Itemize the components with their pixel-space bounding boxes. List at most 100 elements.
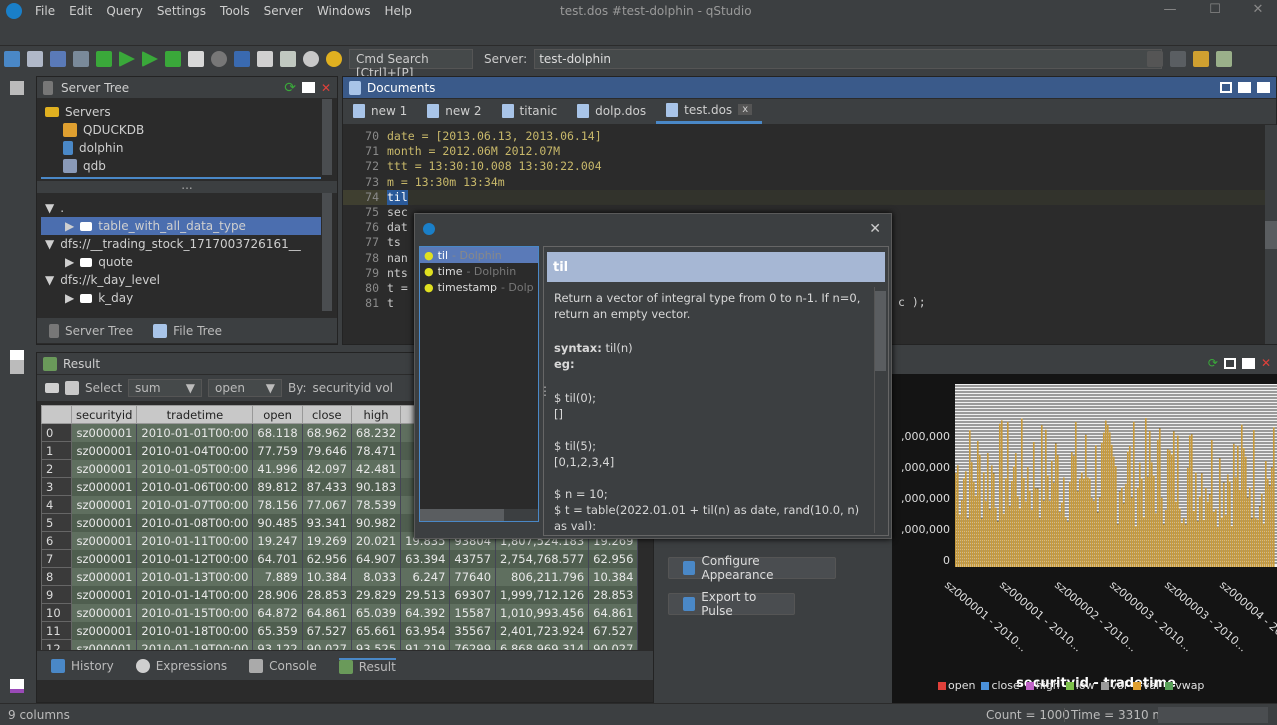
chart-icon[interactable] — [257, 51, 273, 67]
tree-node-k-day-level[interactable]: ▼ dfs://k_day_level — [41, 271, 333, 289]
tab-dolp-dos[interactable]: dolp.dos — [567, 98, 656, 124]
server-qduckdb[interactable]: QDUCKDB — [45, 121, 329, 139]
minimize-button[interactable]: — — [1158, 2, 1182, 20]
help-scrollbar[interactable] — [874, 287, 886, 533]
legend-item-low[interactable]: low — [1065, 679, 1095, 692]
restore-docs-icon[interactable] — [1257, 82, 1270, 93]
column-header-close[interactable]: close — [301, 405, 352, 424]
close-chart-icon[interactable]: ✕ — [1261, 356, 1271, 370]
export-to-pulse-button[interactable]: Export to Pulse — [668, 590, 795, 618]
maximize-result-icon[interactable] — [10, 679, 24, 693]
suggestion-timestamp[interactable]: ● timestamp - Dolp — [420, 279, 538, 295]
splitter-handle[interactable]: ... — [37, 179, 337, 193]
run-line-icon[interactable] — [96, 51, 112, 67]
column-header-open[interactable]: open — [252, 405, 303, 424]
tree-scrollbar[interactable] — [322, 193, 332, 311]
column-header-securityid[interactable]: securityid — [70, 405, 138, 424]
undock-icon[interactable] — [1220, 82, 1232, 93]
new-file-icon[interactable] — [4, 51, 20, 67]
tab-new-1[interactable]: new 1 — [343, 98, 417, 124]
table-row[interactable]: 8 sz000001 2010-01-13T00:00 7.889 10.384 8.03… — [41, 567, 639, 586]
server-qdb[interactable]: qdb — [45, 157, 329, 175]
collapse-arrow-icon[interactable]: ▶ — [65, 255, 74, 269]
maximize-docs-icon[interactable] — [1238, 82, 1251, 93]
tab-titanic[interactable]: titanic — [492, 98, 568, 124]
tab-test-dos[interactable]: test.dos x — [656, 98, 763, 124]
server-dropdown-chevron-icon[interactable] — [1147, 51, 1164, 67]
by-value[interactable]: securityid vol — [313, 381, 393, 395]
maximize-button[interactable]: ☐ — [1203, 2, 1227, 20]
column-header-high[interactable]: high — [350, 405, 402, 424]
table-row[interactable]: 12 sz000001 2010-01-19T00:00 93.122 90.027 93… — [41, 639, 639, 650]
maximize-chart-icon[interactable] — [1241, 357, 1255, 369]
maximize-panel-icon[interactable] — [301, 82, 315, 93]
tab-file-tree[interactable]: File Tree — [153, 323, 222, 338]
tab-result[interactable]: Result — [338, 657, 396, 674]
expand-arrow-icon[interactable]: ▼ — [45, 201, 54, 215]
tree-node-quote[interactable]: ▶ quote — [41, 253, 333, 271]
table-view-icon[interactable] — [234, 51, 250, 67]
collapse-arrow-icon[interactable]: ▶ — [65, 219, 74, 233]
clipboard-icon[interactable] — [188, 51, 204, 67]
tree-node-table-all-types[interactable]: ▶ table_with_all_data_type — [41, 217, 321, 235]
edit-connection-icon[interactable] — [73, 51, 89, 67]
close-popup-icon[interactable]: ✕ — [869, 221, 881, 237]
menu-query[interactable]: Query — [99, 4, 149, 18]
stop-icon[interactable] — [211, 51, 227, 67]
grid-icon[interactable] — [45, 383, 59, 393]
run-selection-icon[interactable] — [142, 51, 158, 67]
command-search-button[interactable]: Cmd Search [Ctrl]+[P] — [349, 49, 473, 80]
refresh-icon[interactable]: ⟳ — [284, 80, 296, 96]
server-dolphin[interactable]: dolphin — [45, 139, 329, 157]
table-row[interactable]: 11 sz000001 2010-01-18T00:00 65.359 67.527 65… — [41, 621, 639, 640]
save-icon[interactable] — [50, 51, 66, 67]
server-settings-icon[interactable] — [1216, 51, 1233, 67]
tree-node-trading-stock[interactable]: ▼ dfs://__trading_stock_1717003726161__ — [41, 235, 333, 253]
refresh-chart-icon[interactable]: ⟳ — [1208, 356, 1218, 370]
close-window-button[interactable]: ✕ — [1246, 2, 1270, 20]
menu-windows[interactable]: Windows — [310, 4, 378, 18]
tab-new-2[interactable]: new 2 — [417, 98, 491, 124]
search-icon[interactable] — [326, 51, 342, 67]
tab-server-tree[interactable]: Server Tree — [49, 323, 133, 338]
close-tab-button[interactable]: x — [738, 104, 753, 115]
pin-result-icon[interactable] — [10, 360, 24, 374]
run-all-icon[interactable] — [165, 51, 181, 67]
column-header-tradetime[interactable]: tradetime — [136, 405, 254, 424]
menu-settings[interactable]: Settings — [150, 4, 213, 18]
table-row[interactable]: 9 sz000001 2010-01-14T00:00 28.906 28.853 29.… — [41, 585, 639, 604]
pin-icon[interactable] — [10, 81, 24, 95]
history-icon[interactable] — [303, 51, 319, 67]
suggestion-time[interactable]: ● time - Dolphin — [420, 263, 538, 279]
legend-item-val[interactable]: val — [1132, 679, 1159, 692]
menu-tools[interactable]: Tools — [213, 4, 257, 18]
server-select[interactable]: test-dolphin — [534, 49, 1163, 69]
legend-item-open[interactable]: open — [938, 679, 975, 692]
tab-expressions[interactable]: Expressions — [135, 658, 227, 673]
aggregate-select[interactable]: sum ▼ — [128, 379, 203, 397]
table-row[interactable]: 7 sz000001 2010-01-12T00:00 64.701 62.956 64.… — [41, 549, 639, 568]
menu-server[interactable]: Server — [257, 4, 310, 18]
servers-scrollbar[interactable] — [322, 99, 332, 175]
menu-help[interactable]: Help — [378, 4, 419, 18]
undock-chart-icon[interactable] — [1223, 357, 1236, 369]
expand-arrow-icon[interactable]: ▼ — [45, 273, 54, 287]
table-row[interactable]: 10 sz000001 2010-01-15T00:00 64.872 64.861 65… — [41, 603, 639, 622]
tree-node-k-day[interactable]: ▶ k_day — [41, 289, 333, 307]
menu-file[interactable]: File — [28, 4, 62, 18]
menu-edit[interactable]: Edit — [62, 4, 99, 18]
splitter-bar[interactable] — [41, 177, 321, 179]
open-file-icon[interactable] — [27, 51, 43, 67]
column-select[interactable]: open ▼ — [208, 379, 283, 397]
servers-folder[interactable]: Servers — [45, 103, 329, 121]
editor-scroll-thumb[interactable] — [1265, 221, 1277, 249]
export-icon[interactable] — [280, 51, 296, 67]
server-add-icon[interactable] — [1193, 51, 1210, 67]
select-icon[interactable] — [65, 381, 79, 395]
legend-item-vol[interactable]: vol — [1100, 679, 1127, 692]
legend-item-close[interactable]: close — [981, 679, 1020, 692]
suggestion-hscroll[interactable] — [420, 509, 538, 521]
configure-appearance-button[interactable]: Configure Appearance — [668, 554, 836, 582]
tab-console[interactable]: Console — [249, 658, 317, 673]
editor-scrollbar[interactable] — [1265, 125, 1277, 344]
